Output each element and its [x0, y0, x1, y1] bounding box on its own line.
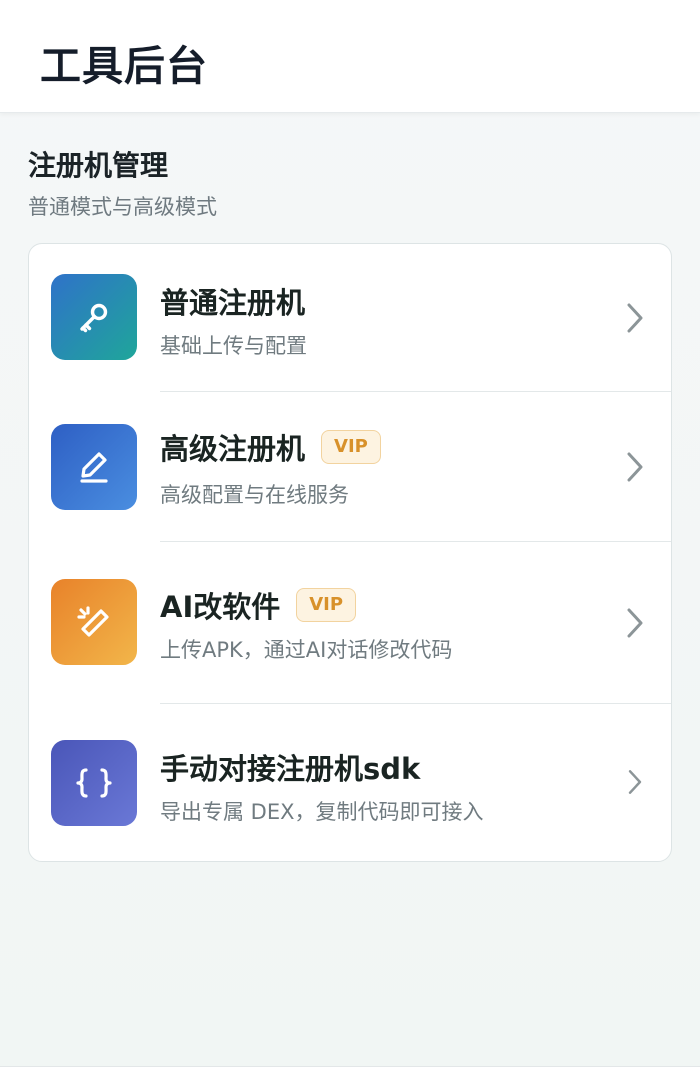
vip-badge: VIP [296, 588, 357, 622]
page-title: 工具后台 [40, 42, 208, 90]
list-item-normal-keygen[interactable]: 普通注册机 基础上传与配置 [29, 244, 671, 392]
bottom-bar [0, 1066, 700, 1073]
row-description: 上传APK，通过AI对话修改代码 [160, 638, 453, 662]
row-description: 高级配置与在线服务 [160, 483, 349, 507]
row-title: 普通注册机 [160, 286, 306, 320]
section-title: 注册机管理 [28, 149, 169, 182]
row-title: 高级注册机 VIP [160, 426, 381, 468]
row-description: 基础上传与配置 [160, 334, 307, 358]
pencil-icon [51, 424, 137, 510]
chevron-right-icon [628, 770, 642, 794]
row-description: 导出专属 DEX，复制代码即可接入 [160, 800, 484, 824]
code-braces-icon [51, 740, 137, 826]
vip-badge: VIP [321, 430, 381, 464]
magic-wand-icon [51, 579, 137, 665]
list-item-ai-modify[interactable]: AI改软件 VIP 上传APK，通过AI对话修改代码 [29, 542, 671, 704]
row-title: 手动对接注册机sdk [160, 752, 421, 786]
section-subtitle: 普通模式与高级模式 [28, 195, 217, 219]
app-header: 工具后台 [0, 0, 700, 113]
key-icon [51, 274, 137, 360]
chevron-right-icon [627, 452, 643, 482]
chevron-right-icon [627, 608, 643, 638]
list-item-manual-sdk[interactable]: 手动对接注册机sdk 导出专属 DEX，复制代码即可接入 [29, 704, 671, 863]
row-title: AI改软件 VIP [160, 584, 357, 626]
list-item-advanced-keygen[interactable]: 高级注册机 VIP 高级配置与在线服务 [29, 392, 671, 542]
tool-list-card: 普通注册机 基础上传与配置 高级注册机 VIP 高级配置与在线服务 AI改软件 … [28, 243, 672, 862]
chevron-right-icon [627, 303, 643, 333]
